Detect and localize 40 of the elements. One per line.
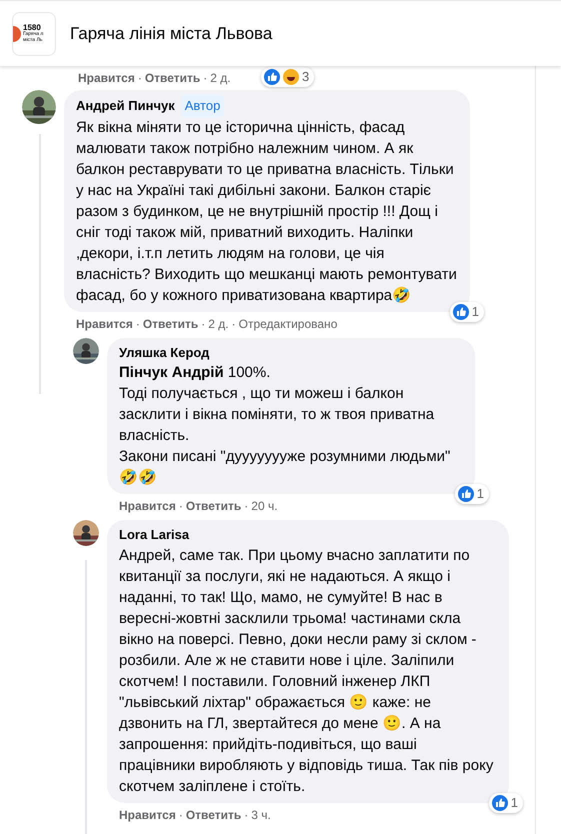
author-name[interactable]: Уляшка Керод (119, 342, 210, 362)
separator-dot: · (201, 316, 206, 332)
like-link[interactable]: Нравится (119, 497, 176, 515)
reply-link[interactable]: Ответить (144, 69, 200, 87)
separator-dot: · (178, 806, 183, 824)
comment-time[interactable]: 2 д. (208, 314, 229, 332)
author-name[interactable]: Lora Larisa (119, 525, 190, 544)
reaction-badge[interactable]: 1 (454, 484, 489, 504)
page-title: Гаряча лінія міста Львова (70, 22, 272, 45)
comment-text: 🤣🤣 (119, 468, 158, 488)
like-icon (452, 304, 469, 320)
separator-dot: · (232, 316, 236, 332)
like-icon (492, 794, 508, 810)
like-icon (458, 486, 474, 502)
like-link[interactable]: Нравится (119, 806, 176, 824)
like-link[interactable]: Нравится (78, 69, 135, 87)
separator-dot: · (178, 498, 183, 515)
reply-link[interactable]: Ответить (142, 314, 198, 332)
separator-dot: · (138, 70, 142, 87)
comment-text: Закони писані "дуууууууже розумними людьми" (119, 447, 452, 467)
comment-text: Тоді получається , що ти можеш і балкон засклити і вікна поміняти, то ж твоя приватна власність. (119, 384, 436, 446)
like-link[interactable]: Нравится (76, 314, 133, 332)
like-icon (264, 69, 280, 85)
reply-link[interactable]: Ответить (186, 806, 242, 824)
reaction-badge[interactable]: 3 (261, 67, 314, 87)
separator-dot: · (136, 316, 140, 332)
author-badge: Автор (180, 95, 224, 116)
author-name[interactable]: Андрей Пинчук (76, 96, 175, 116)
reaction-badge[interactable]: 1 (488, 792, 523, 812)
comment-time[interactable]: 20 ч. (251, 497, 278, 515)
comment-time[interactable]: 3 ч. (251, 806, 271, 824)
laugh-icon (283, 69, 299, 85)
separator-dot: · (244, 498, 248, 515)
reply-link[interactable]: Ответить (186, 497, 242, 515)
separator-dot: · (203, 70, 208, 87)
comment-time[interactable]: 2 д. (210, 69, 231, 87)
separator-dot: · (244, 806, 248, 824)
comment-text: Пінчук Андрій 100%. (119, 363, 272, 383)
edited-label: Отредактировано (238, 316, 338, 332)
reaction-badge[interactable]: 1 (450, 302, 484, 322)
